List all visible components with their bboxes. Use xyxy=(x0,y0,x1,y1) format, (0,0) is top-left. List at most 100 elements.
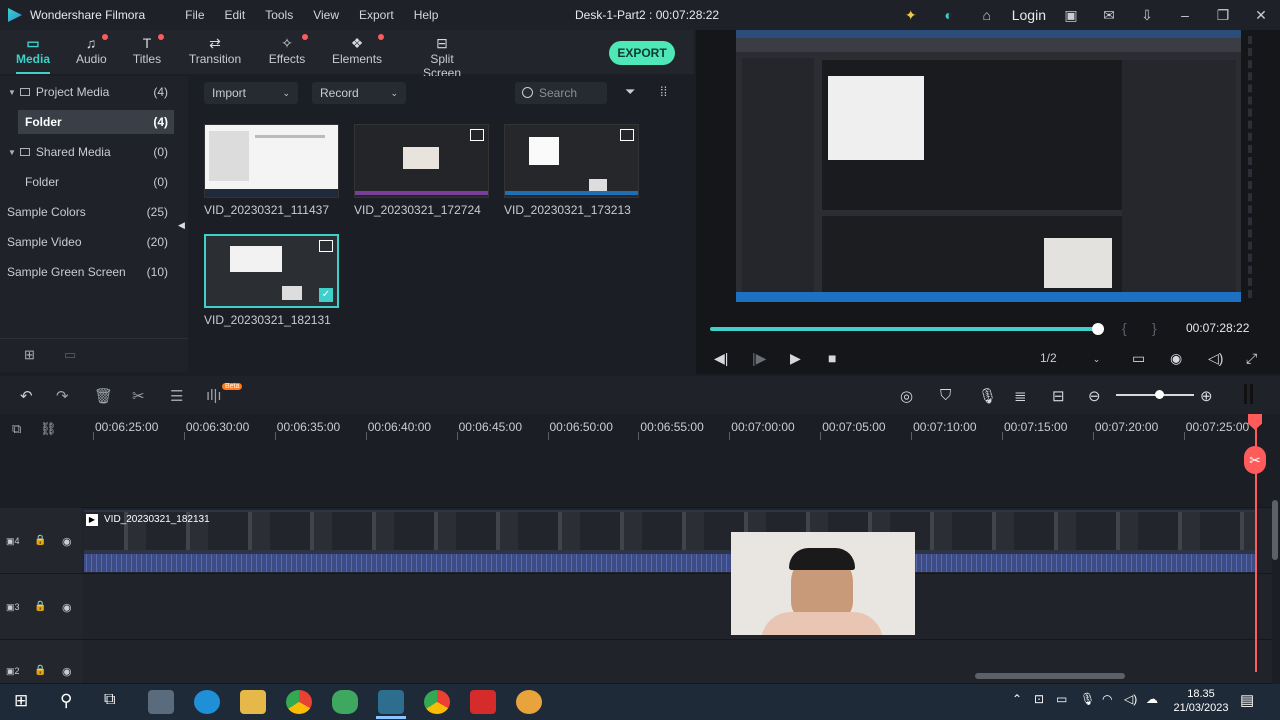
cloud-icon[interactable]: ☁ xyxy=(1146,692,1158,706)
maximize-icon[interactable]: ❐ xyxy=(1204,7,1242,24)
redo-icon[interactable]: ↷ xyxy=(56,387,69,405)
mark-in-icon[interactable]: { xyxy=(1122,320,1127,336)
folder-sample-colors[interactable]: Sample Colors (25) xyxy=(0,200,178,224)
zoom-out-icon[interactable]: ⊖ xyxy=(1088,387,1101,405)
zoom-in-icon[interactable]: ⊕ xyxy=(1200,387,1213,405)
collapse-triangle-icon[interactable]: ▼ xyxy=(8,148,16,157)
audio-waveform-icon[interactable]: ıl|ı xyxy=(206,387,222,404)
collapse-triangle-icon[interactable]: ▼ xyxy=(8,88,16,97)
zoom-slider-handle[interactable] xyxy=(1155,390,1164,399)
stop-icon[interactable]: ■ xyxy=(828,350,836,366)
menu-export[interactable]: Export xyxy=(349,8,404,22)
task-view-icon[interactable]: ⧉ xyxy=(104,691,115,709)
menu-file[interactable]: File xyxy=(175,8,214,22)
eye-icon[interactable]: ◉ xyxy=(62,535,72,548)
app-icon[interactable] xyxy=(516,690,542,714)
chevron-up-icon[interactable]: ⌃ xyxy=(1012,692,1022,706)
headset-icon[interactable]: ◐ xyxy=(930,7,968,23)
lock-icon[interactable]: 🔒 xyxy=(34,535,46,546)
file-explorer-icon[interactable] xyxy=(240,690,266,714)
lock-icon[interactable]: 🔒 xyxy=(34,665,46,676)
undo-icon[interactable]: ↶ xyxy=(20,387,33,405)
play-icon[interactable]: ▶ xyxy=(790,350,801,367)
cut-icon[interactable]: ✂ xyxy=(132,387,145,405)
prev-frame-icon[interactable]: ◀| xyxy=(714,350,728,367)
media-thumb-4[interactable]: ✓ xyxy=(204,234,339,308)
menu-edit[interactable]: Edit xyxy=(215,8,256,22)
lock-icon[interactable]: 🔒 xyxy=(34,601,46,612)
tab-titles[interactable]: T Titles xyxy=(132,34,164,66)
timeline-vertical-scrollbar[interactable] xyxy=(1272,500,1278,560)
audio-mixer-icon[interactable]: ≣ xyxy=(1014,387,1027,405)
wifi-icon[interactable]: ◠ xyxy=(1102,692,1112,706)
tab-split-screen[interactable]: ⊟ Split Screen xyxy=(410,34,474,80)
fullscreen-icon[interactable]: ⤢ xyxy=(1246,350,1257,367)
mark-out-icon[interactable]: } xyxy=(1152,320,1157,336)
folder-shared-media[interactable]: ▼ Shared Media (0) xyxy=(0,140,178,164)
menu-view[interactable]: View xyxy=(303,8,349,22)
tab-media[interactable]: ▭ Media xyxy=(16,34,50,74)
link-icon[interactable]: ⛓ xyxy=(40,421,57,437)
network-icon[interactable]: ⊡ xyxy=(1034,692,1044,706)
progress-handle[interactable] xyxy=(1092,323,1105,335)
preview-progress-bar[interactable] xyxy=(710,327,1099,331)
system-clock[interactable]: 18.35 21/03/2023 xyxy=(1166,687,1236,715)
tab-effects[interactable]: ✧ Effects xyxy=(268,34,308,66)
checkmark-icon[interactable]: ✓ xyxy=(319,288,333,302)
microphone-icon[interactable]: 🎙 xyxy=(1080,692,1095,706)
marker-icon[interactable]: ⛉ xyxy=(940,387,951,404)
delete-icon[interactable]: 🗑 xyxy=(94,387,113,405)
volume-icon[interactable]: ◁) xyxy=(1208,350,1223,367)
search-input[interactable]: Search xyxy=(515,82,607,104)
folder-project-media[interactable]: ▼ Project Media (4) xyxy=(0,80,178,104)
collapse-panel-arrow-icon[interactable]: ◀ xyxy=(178,220,185,231)
login-button[interactable]: Login xyxy=(1006,7,1052,23)
render-icon[interactable]: ◎ xyxy=(900,387,913,405)
media-thumb-1[interactable] xyxy=(204,124,339,198)
next-frame-icon[interactable]: |▶ xyxy=(752,350,766,367)
track-lane-3[interactable] xyxy=(82,574,1272,640)
scissors-icon[interactable]: ✂ xyxy=(1244,446,1266,474)
menu-tools[interactable]: Tools xyxy=(255,8,303,22)
battery-icon[interactable]: ▭ xyxy=(1056,692,1067,706)
tab-transition[interactable]: ⇄ Transition xyxy=(188,34,242,66)
chrome-browser-icon[interactable] xyxy=(286,690,312,714)
filmora-taskbar-icon[interactable] xyxy=(378,690,404,714)
download-icon[interactable]: ⇩ xyxy=(1128,7,1166,24)
preview-ratio-dropdown[interactable]: 1/2 ⌄ xyxy=(1040,351,1110,365)
search-icon[interactable]: ⚲ xyxy=(60,691,72,711)
minimize-icon[interactable]: – xyxy=(1166,7,1204,23)
notifications-icon[interactable]: ▤ xyxy=(1240,691,1254,709)
folder-sample-green-screen[interactable]: Sample Green Screen (10) xyxy=(0,260,178,284)
pdf-reader-icon[interactable] xyxy=(470,690,496,714)
save-icon[interactable]: ▣ xyxy=(1052,7,1090,24)
eye-icon[interactable]: ◉ xyxy=(62,601,72,614)
filter-icon[interactable]: ⏷ xyxy=(625,84,635,100)
adjust-icon[interactable]: ☰ xyxy=(170,387,183,405)
close-icon[interactable]: ✕ xyxy=(1242,7,1280,24)
folder-subfolder-selected[interactable]: Folder (4) xyxy=(18,110,174,134)
tab-audio[interactable]: ♫ Audio xyxy=(76,34,108,66)
monitor-icon[interactable]: ▭ xyxy=(1132,350,1145,367)
app-icon[interactable] xyxy=(332,690,358,714)
tab-elements[interactable]: ❖ Elements xyxy=(332,34,384,66)
folder-sample-video[interactable]: Sample Video (20) xyxy=(0,230,178,254)
record-dropdown[interactable]: Record ⌄ xyxy=(312,82,406,104)
menu-help[interactable]: Help xyxy=(404,8,449,22)
new-folder-icon[interactable]: ⊞ xyxy=(24,347,35,363)
media-thumb-3[interactable] xyxy=(504,124,639,198)
export-button[interactable]: EXPORT xyxy=(609,41,675,65)
snap-icon[interactable]: ⊟ xyxy=(1052,387,1065,405)
snapshot-camera-icon[interactable]: ◉ xyxy=(1170,350,1182,367)
folder-shared-subfolder[interactable]: Folder (0) xyxy=(0,170,178,194)
add-track-icon[interactable]: ⧉ xyxy=(12,421,21,437)
grid-view-icon[interactable]: ⁞⁞ xyxy=(660,84,667,99)
timeline-video-clip[interactable]: ▶ VID_20230321_182131 xyxy=(84,510,1256,572)
windows-start-icon[interactable]: ⊞ xyxy=(14,691,28,711)
edge-browser-icon[interactable] xyxy=(194,690,220,714)
chrome-browser-icon[interactable] xyxy=(424,690,450,714)
timeline-horizontal-scrollbar[interactable] xyxy=(975,673,1125,679)
lightbulb-icon[interactable]: ✦ xyxy=(892,7,930,24)
media-thumb-2[interactable] xyxy=(354,124,489,198)
import-dropdown[interactable]: Import ⌄ xyxy=(204,82,298,104)
